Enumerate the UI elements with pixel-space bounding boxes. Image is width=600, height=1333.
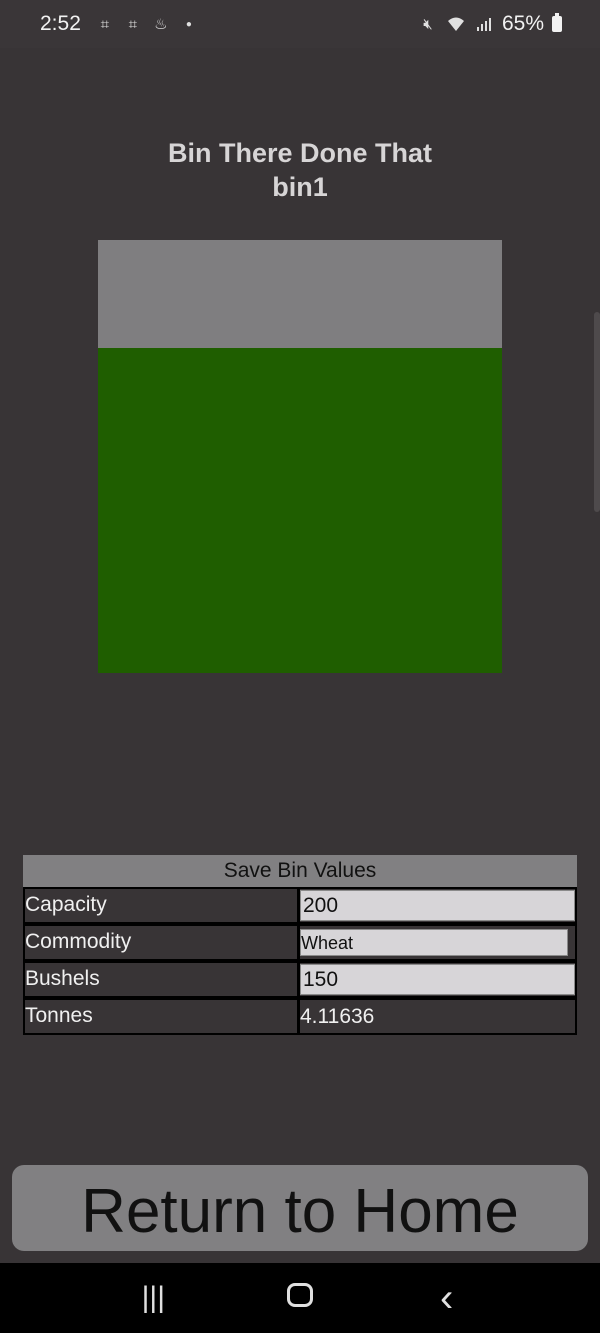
tonnes-value: 4.11636 [300, 1004, 375, 1028]
mute-icon: 🔇︎ [423, 15, 433, 33]
table-row: Tonnes 4.11636 [23, 998, 577, 1035]
app-title: Bin There Done That [167, 138, 432, 168]
table-row: Commodity Wheat [23, 924, 577, 961]
screenshot-icon: ⌗ [100, 15, 110, 33]
bin-visual [98, 240, 502, 673]
bushels-input[interactable] [300, 964, 575, 995]
scrollbar[interactable] [594, 312, 600, 512]
tonnes-label: Tonnes [25, 1000, 297, 1033]
dot-icon: ● [185, 18, 192, 30]
bin-fill-level [98, 348, 502, 673]
home-icon[interactable] [270, 1281, 330, 1315]
app-notification-icon: ♨ [154, 16, 168, 33]
wifi-icon [446, 14, 466, 34]
page-title: Bin There Done That bin1 [0, 136, 600, 204]
status-bar: 2:52 ⌗ ⌗ ♨ ● 🔇︎ 65% [0, 0, 600, 48]
bushels-label: Bushels [25, 963, 297, 996]
screenshot-icon: ⌗ [128, 15, 138, 33]
recent-apps-icon[interactable]: ||| [123, 1281, 183, 1315]
save-bin-values-button[interactable]: Save Bin Values [23, 855, 577, 887]
capacity-input[interactable] [300, 890, 575, 921]
bin-name: bin1 [272, 172, 328, 202]
return-home-button[interactable]: Return to Home [12, 1165, 588, 1251]
table-row: Bushels [23, 961, 577, 998]
status-time: 2:52 [40, 12, 81, 35]
commodity-label: Commodity [25, 926, 297, 959]
table-row: Capacity [23, 887, 577, 924]
battery-percent: 65% [501, 12, 544, 35]
back-icon[interactable]: ‹ [417, 1276, 477, 1321]
battery-icon [552, 13, 562, 32]
capacity-label: Capacity [25, 889, 297, 922]
bin-values-table: Save Bin Values Capacity Commodity Wheat… [23, 855, 577, 1035]
commodity-select[interactable]: Wheat [300, 929, 568, 956]
navigation-bar: ||| ‹ [0, 1263, 600, 1333]
signal-icon [474, 14, 494, 34]
